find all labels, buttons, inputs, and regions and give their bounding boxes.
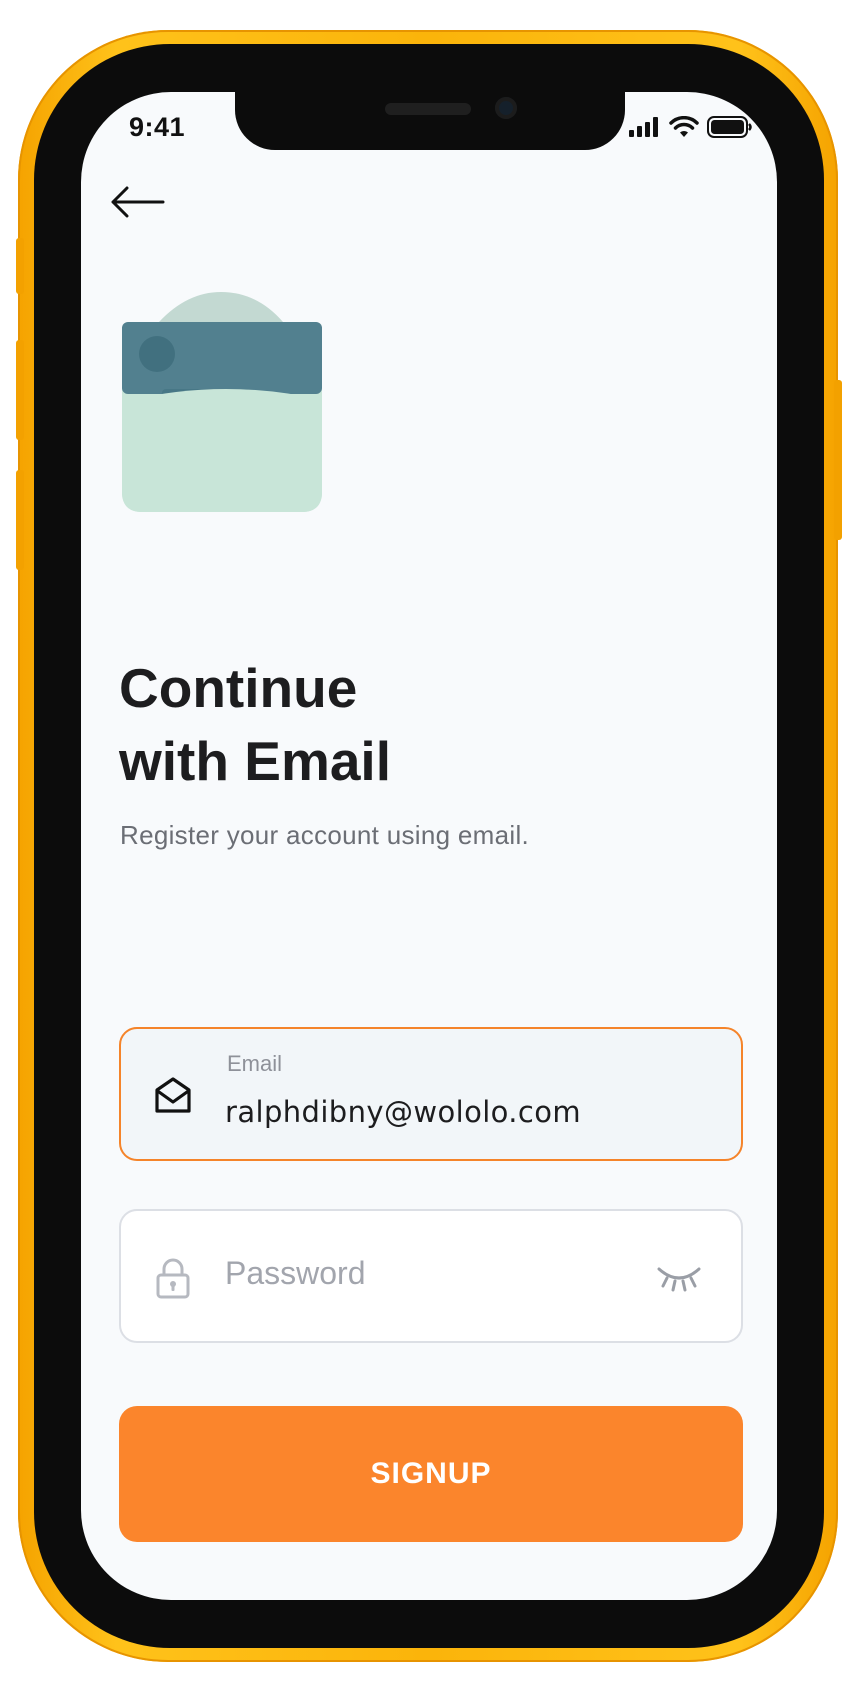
page-title: Continue with Email (119, 652, 391, 798)
signal-icon (629, 117, 658, 137)
email-label: Email (227, 1051, 283, 1076)
back-button[interactable] (107, 182, 167, 222)
eye-closed-icon (657, 1267, 701, 1292)
front-camera (495, 97, 517, 119)
page-subtitle: Register your account using email. (120, 820, 530, 850)
side-button-volume-up (16, 340, 24, 440)
battery-icon (707, 116, 752, 138)
status-time: 9:41 (129, 112, 186, 142)
email-input[interactable] (225, 1095, 705, 1129)
envelope-illustration (117, 292, 327, 512)
password-visibility-toggle[interactable] (655, 1261, 703, 1295)
side-button-power (834, 380, 842, 540)
lock-icon (156, 1258, 190, 1299)
side-button-mute (16, 238, 24, 294)
email-field[interactable]: Email (119, 1027, 743, 1161)
notch (235, 92, 625, 150)
signup-button[interactable]: SIGNUP (119, 1406, 743, 1542)
app-screen: 9:41 Continue with Email Register your a… (81, 92, 777, 1600)
side-button-volume-down (16, 470, 24, 570)
speaker-grille (385, 103, 471, 115)
envelope-card-icon (122, 292, 322, 512)
wifi-icon (669, 116, 699, 137)
status-icons (629, 116, 753, 138)
page-title-line-2: with Email (119, 730, 391, 792)
password-input[interactable] (225, 1255, 625, 1292)
password-field[interactable] (119, 1209, 743, 1343)
back-arrow-icon (111, 186, 165, 218)
envelope-icon (155, 1077, 191, 1113)
page-title-line-1: Continue (119, 657, 358, 719)
